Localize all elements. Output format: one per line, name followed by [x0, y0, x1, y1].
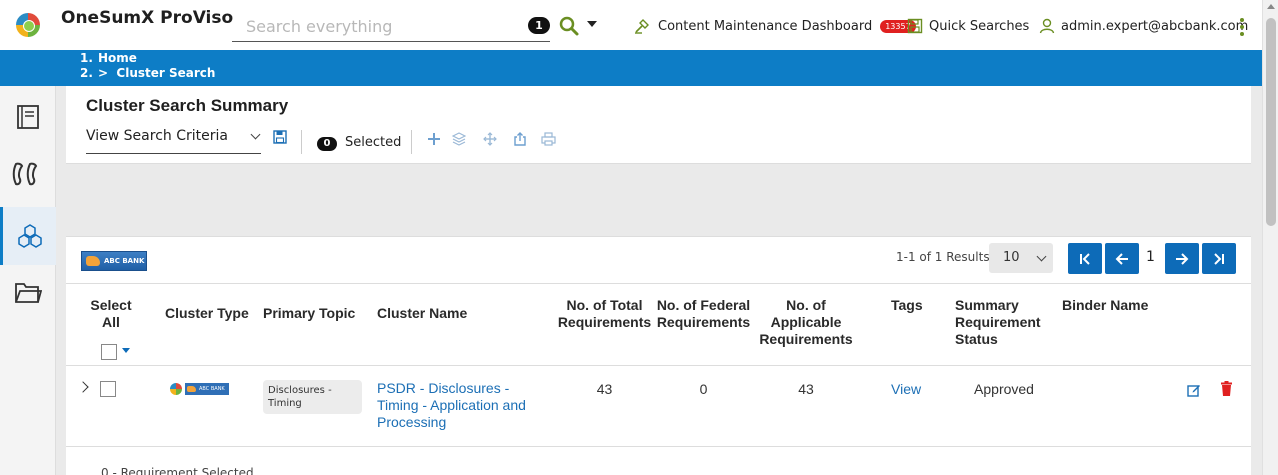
more-options-icon[interactable]	[1240, 18, 1244, 36]
toolbar-divider	[411, 130, 412, 154]
top-bar: OneSumX ProViso 1 Content Maintenance Da…	[0, 0, 1262, 50]
results-panel: ABC BANK 1-1 of 1 Results 10 1 Select Al…	[66, 236, 1251, 475]
expand-row-chevron-icon[interactable]	[77, 381, 89, 393]
column-header-federal-requirements[interactable]: No. of Federal Requirements	[656, 297, 751, 331]
document-icon	[17, 105, 39, 129]
floppy-disk-icon	[907, 18, 923, 34]
sidebar-item-folders[interactable]	[0, 264, 56, 322]
select-all-options-caret-icon[interactable]	[122, 348, 130, 353]
page-scrollbar[interactable]	[1262, 0, 1278, 475]
column-header-binder-name[interactable]: Binder Name	[1062, 297, 1148, 314]
last-page-icon	[1214, 252, 1224, 265]
summary-status-value: Approved	[974, 381, 1034, 397]
bank-logo: ABC BANK	[81, 251, 147, 271]
previous-page-button[interactable]	[1105, 243, 1139, 274]
cubes-icon	[17, 224, 42, 248]
breadcrumb: 1. Home 2. > Cluster Search	[0, 50, 1262, 86]
export-icon[interactable]	[513, 132, 527, 146]
sidebar	[0, 86, 56, 475]
cluster-name-link[interactable]: PSDR - Disclosures - Timing - Applicatio…	[377, 380, 549, 431]
first-page-button[interactable]	[1068, 243, 1102, 274]
column-header-summary-status[interactable]: Summary Requirement Status	[955, 297, 1045, 348]
global-search	[232, 12, 550, 42]
table-divider	[66, 446, 1251, 447]
first-page-icon	[1080, 252, 1090, 265]
select-all-checkbox[interactable]	[101, 344, 117, 360]
move-icon[interactable]	[483, 132, 497, 146]
arrow-right-icon	[1176, 252, 1189, 265]
search-input[interactable]	[232, 12, 512, 40]
folder-icon	[15, 283, 42, 303]
table-divider	[66, 365, 1251, 366]
view-search-criteria-dropdown[interactable]: View Search Criteria	[86, 128, 261, 154]
selected-label: Selected	[345, 135, 402, 150]
primary-topic-chip: Disclosures - Timing	[263, 380, 362, 414]
federal-requirements-value: 0	[699, 381, 708, 397]
search-options-chevron-icon[interactable]	[587, 21, 597, 27]
toolbar-divider	[301, 130, 302, 154]
quote-icon	[12, 162, 38, 186]
row-checkbox[interactable]	[100, 381, 116, 397]
sidebar-item-documents[interactable]	[0, 88, 56, 146]
chevron-down-icon	[250, 129, 261, 140]
column-header-cluster-name[interactable]: Cluster Name	[377, 305, 467, 322]
total-requirements-value: 43	[596, 381, 613, 397]
column-header-select-all: Select All	[90, 297, 132, 330]
quick-searches-label: Quick Searches	[929, 18, 1030, 34]
print-icon[interactable]	[541, 132, 556, 146]
column-header-primary-topic[interactable]: Primary Topic	[263, 305, 355, 322]
view-tags-link[interactable]: View	[891, 381, 921, 397]
summary-panel: Cluster Search Summary View Search Crite…	[66, 86, 1251, 164]
scroll-up-arrow-icon[interactable]	[1267, 4, 1275, 9]
dashboard-label: Content Maintenance Dashboard	[658, 18, 873, 34]
column-header-total-requirements[interactable]: No. of Total Requirements	[556, 297, 653, 331]
last-page-button[interactable]	[1202, 243, 1236, 274]
user-icon	[1039, 18, 1055, 34]
breadcrumb-item-cluster-search[interactable]: 2. > Cluster Search	[80, 66, 215, 80]
user-label: admin.expert@abcbank.com	[1061, 18, 1249, 34]
add-icon[interactable]	[427, 132, 441, 146]
gavel-icon	[635, 19, 649, 34]
app-title: OneSumX ProViso	[61, 8, 234, 28]
sidebar-item-quotes[interactable]	[0, 146, 56, 204]
selected-count-badge: 0	[317, 137, 337, 151]
next-page-button[interactable]	[1165, 243, 1199, 274]
layers-icon[interactable]	[452, 132, 466, 146]
chevron-down-icon	[1036, 251, 1047, 262]
column-header-cluster-type[interactable]: Cluster Type	[165, 305, 249, 322]
page-title: Cluster Search Summary	[86, 96, 289, 115]
applicable-requirements-value: 43	[798, 381, 814, 397]
quick-searches-link[interactable]: Quick Searches	[907, 18, 1029, 34]
delete-icon[interactable]	[1220, 381, 1233, 396]
user-menu[interactable]: admin.expert@abcbank.com	[1039, 18, 1248, 34]
edit-icon[interactable]	[1187, 383, 1201, 397]
table-divider	[66, 283, 1251, 284]
requirement-selected-note: 0 - Requirement Selected	[101, 466, 254, 475]
arrow-left-icon	[1115, 252, 1128, 265]
column-header-tags[interactable]: Tags	[891, 297, 923, 314]
save-icon[interactable]	[273, 130, 287, 144]
globe-logo-icon	[170, 383, 182, 395]
content-maintenance-dashboard-link[interactable]: Content Maintenance Dashboard 13357	[634, 18, 916, 34]
app-logo-icon[interactable]	[16, 13, 40, 37]
sidebar-item-clusters[interactable]	[0, 207, 56, 265]
search-count-badge: 1	[528, 17, 550, 34]
scroll-thumb[interactable]	[1266, 18, 1276, 226]
cluster-type-logo: ABC BANK	[170, 383, 229, 395]
bank-mini-logo: ABC BANK	[185, 383, 229, 395]
column-header-applicable-requirements[interactable]: No. of Applicable Requirements	[756, 297, 856, 348]
search-icon[interactable]	[558, 15, 580, 37]
page-size-select[interactable]: 10	[989, 243, 1053, 273]
breadcrumb-item-home[interactable]: 1. Home	[80, 51, 137, 65]
current-page-number: 1	[1146, 249, 1155, 265]
results-count: 1-1 of 1 Results	[896, 250, 990, 264]
